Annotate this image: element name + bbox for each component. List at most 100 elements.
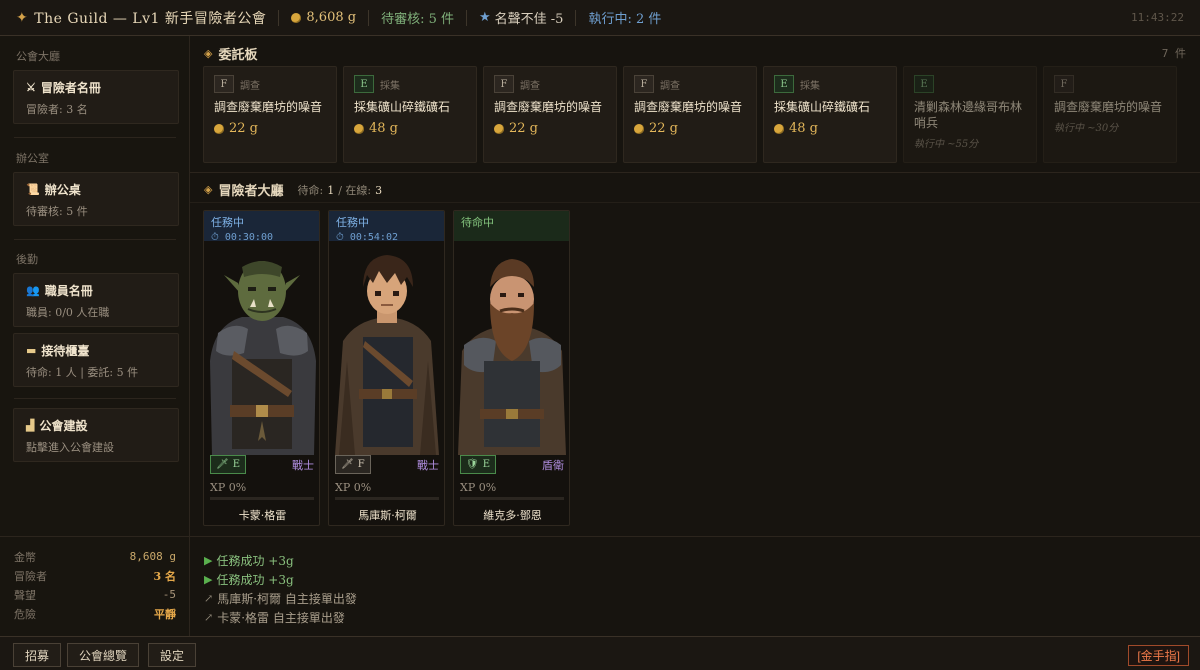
- counter-icon: ▬: [26, 344, 37, 357]
- star-icon: ★: [479, 10, 491, 25]
- quest-card[interactable]: F 調查 調查廢棄磨坊的噪音 22 g: [203, 66, 337, 163]
- quest-card-running[interactable]: F 調查廢棄磨坊的噪音 執行中 ~30分: [1043, 66, 1177, 163]
- coin-icon: [634, 123, 644, 134]
- adventurer-card[interactable]: 待命中 🛡 E 盾衛 XP 0% 維克多·鄧恩: [453, 210, 570, 526]
- stat-label: 金幣: [14, 550, 36, 564]
- hall-counts: 待命: 1/ 在線: 3: [297, 182, 386, 198]
- rank-badge: 🗡 E: [210, 455, 247, 474]
- quest-header: F: [1054, 75, 1166, 93]
- sidebar-item-reception[interactable]: ▬ 接待櫃臺 待命: 1 人 | 委託: 5 件: [13, 333, 179, 387]
- xp-label: XP 0%: [335, 481, 372, 494]
- coin-icon: [774, 123, 784, 134]
- sidebar-item-sub: 待審核: 5 件: [26, 205, 88, 218]
- quest-reward: 22 g: [494, 121, 606, 136]
- log-entry: ↗ 馬庫斯·柯爾 自主接單出發: [204, 589, 1186, 608]
- stat-adventurers: 冒險者 3 名: [14, 566, 176, 585]
- game-clock: 11:43:22: [1131, 11, 1184, 24]
- quest-card[interactable]: F 調查 調查廢棄磨坊的噪音 22 g: [483, 66, 617, 163]
- quest-reward-value: 22 g: [509, 121, 538, 136]
- pending-review-count: 待審核: 5 件: [381, 12, 454, 27]
- quest-board-title-text: 委託板: [218, 48, 258, 63]
- quest-reward: 22 g: [214, 121, 326, 136]
- sidebar-item-header: 👥 職員名冊: [26, 282, 166, 299]
- adventurer-badges: 🗡 E 戰士: [210, 455, 314, 474]
- divider: [190, 172, 1200, 173]
- coin-icon: [291, 12, 302, 23]
- crossed-swords-icon: ⚔: [26, 81, 36, 94]
- quest-name: 清剿森林邊緣哥布林哨兵: [914, 100, 1023, 130]
- rank-badge: F: [1054, 75, 1074, 93]
- dwarf-shieldguard-portrait: [454, 241, 569, 455]
- quest-reward-value: 22 g: [649, 121, 678, 136]
- quest-count: 7 件: [1161, 47, 1186, 60]
- sidebar-item-label: 公會建設: [39, 419, 88, 433]
- cheat-button[interactable]: [金手指]: [1128, 645, 1189, 666]
- quest-header: F 調查: [214, 75, 326, 93]
- arrow-up-right-icon: ↗: [204, 611, 214, 624]
- adventurer-card[interactable]: 任務中 ⏱ 00:54:02 🗡 F 戰士 XP 0% 馬庫斯·柯爾: [328, 210, 445, 526]
- quest-category: 採集: [800, 80, 820, 92]
- log-text: 卡蒙·格雷 自主接單出發: [217, 611, 345, 625]
- divider: [368, 9, 370, 26]
- stat-value: 8,608 g: [129, 550, 176, 563]
- quest-name: 調查廢棄磨坊的噪音: [634, 100, 743, 114]
- quest-card-running[interactable]: E 清剿森林邊緣哥布林哨兵 執行中 ~55分: [903, 66, 1037, 163]
- shield-icon: 🛡: [466, 459, 479, 470]
- people-icon: 👥: [26, 284, 40, 297]
- event-log: ▶ 任務成功 +3g ▶ 任務成功 +3g ↗ 馬庫斯·柯爾 自主接單出發 ↗ …: [190, 536, 1200, 636]
- sidebar-item-construction[interactable]: ▟ 公會建設 點擊進入公會建設: [13, 408, 179, 462]
- quest-reward: 48 g: [774, 121, 886, 136]
- xp-bar: [460, 497, 564, 500]
- adventurer-name: 卡蒙·格雷: [238, 509, 287, 522]
- sword-icon: 🗡: [216, 459, 229, 470]
- play-icon: ▶: [204, 573, 213, 586]
- quest-card[interactable]: E 採集 採集礦山碎鐵礦石 48 g: [763, 66, 897, 163]
- quest-card[interactable]: F 調查 調查廢棄磨坊的噪音 22 g: [623, 66, 757, 163]
- bottom-bar: 招募 公會總覽 設定 [金手指]: [0, 636, 1200, 670]
- quest-category: 調查: [240, 80, 260, 92]
- rank-badge: F: [494, 75, 514, 93]
- divider: [278, 9, 280, 26]
- divider: [466, 9, 467, 26]
- section-label-hall: 公會大廳: [16, 50, 60, 63]
- sparkle-icon: ✦: [16, 9, 29, 26]
- top-bar: ✦ The Guild — Lv1 新手冒險者公會 8,608 g 待審核: 5…: [0, 0, 1200, 36]
- sword-icon: 🗡: [341, 459, 354, 470]
- stat-label: 聲望: [14, 588, 36, 602]
- sidebar-item-roster[interactable]: ⚔ 冒險者名冊 冒險者: 3 名: [13, 70, 179, 124]
- recruit-button[interactable]: 招募: [13, 643, 62, 667]
- xp-bar: [335, 497, 439, 500]
- stat-label: 危險: [14, 607, 36, 621]
- diamond-icon: ◈: [204, 183, 213, 196]
- guild-overview-button[interactable]: 公會總覽: [67, 643, 140, 667]
- adventurer-card[interactable]: 任務中 ⏱ 00:30:00 🗡 E 戰士 XP 0% 卡蒙·格雷: [203, 210, 320, 526]
- adventurer-hall-title-text: 冒險者大廳: [218, 184, 284, 199]
- sidebar-item-header: ▟ 公會建設: [26, 417, 166, 434]
- sidebar-item-header: ⚔ 冒險者名冊: [26, 79, 166, 96]
- rank-badge: 🛡 E: [460, 455, 497, 474]
- orc-warrior-portrait: [204, 241, 319, 455]
- guild-title: ✦ The Guild — Lv1 新手冒險者公會: [16, 8, 266, 28]
- gold-display: 8,608 g: [291, 10, 356, 25]
- running-quests-count: 執行中: 2 件: [588, 12, 662, 27]
- quest-name: 採集礦山碎鐵礦石: [774, 100, 871, 114]
- quest-name: 調查廢棄磨坊的噪音: [214, 100, 323, 114]
- quest-card[interactable]: E 採集 採集礦山碎鐵礦石 48 g: [343, 66, 477, 163]
- adventurer-badges: 🗡 F 戰士: [335, 455, 439, 474]
- xp-label: XP 0%: [210, 481, 247, 494]
- quest-header: E 採集: [774, 75, 886, 93]
- quest-running-status: 執行中 ~30分: [1054, 123, 1119, 134]
- online-value: 3: [375, 183, 383, 197]
- reputation-value: 名聲不佳 -5: [494, 12, 564, 27]
- stat-label: 冒險者: [14, 569, 47, 583]
- rank-badge-value: F: [357, 459, 365, 470]
- rank-badge-value: E: [482, 459, 491, 470]
- sidebar-item-staff[interactable]: 👥 職員名冊 職員: 0/0 人在職: [13, 273, 179, 327]
- sidebar-item-desk[interactable]: 📜 辦公桌 待審核: 5 件: [13, 172, 179, 226]
- main-area: ◈ 委託板 7 件 F 調查 調查廢棄磨坊的噪音 22 g E 採集 採集礦山碎…: [190, 36, 1200, 636]
- section-label-office: 辦公室: [16, 152, 49, 165]
- quest-category: 調查: [520, 80, 540, 92]
- settings-button[interactable]: 設定: [148, 643, 197, 667]
- waiting-label: 待命:: [297, 183, 324, 197]
- sidebar-item-header: 📜 辦公桌: [26, 181, 166, 198]
